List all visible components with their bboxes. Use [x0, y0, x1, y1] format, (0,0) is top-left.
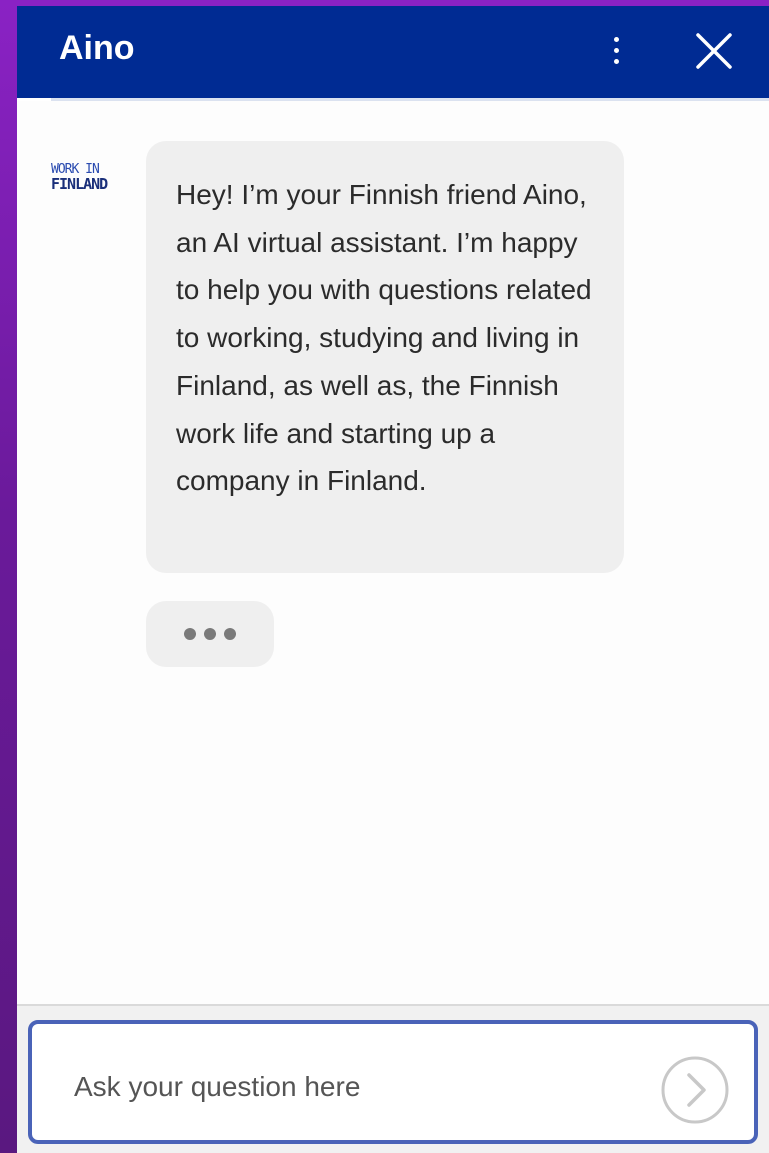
more-options-button[interactable]	[601, 28, 631, 72]
typing-indicator	[146, 601, 274, 667]
composer-area	[17, 1004, 769, 1153]
message-list: WORK IN FINLAND Hey! I’m your Finnish fr…	[17, 101, 769, 1004]
typing-dot	[224, 628, 236, 640]
typing-dot	[204, 628, 216, 640]
bot-message-bubble: Hey! I’m your Finnish friend Aino, an AI…	[146, 141, 624, 573]
chat-header: Aino	[17, 6, 769, 98]
close-icon	[696, 33, 732, 69]
close-button[interactable]	[693, 30, 735, 72]
send-arrow-icon	[661, 1056, 729, 1124]
chat-window: Aino WORK IN FINLAND Hey! I’m your Finni…	[17, 6, 769, 1153]
typing-dots-icon	[184, 628, 196, 640]
bot-avatar-logo: WORK IN FINLAND	[51, 163, 131, 203]
more-vertical-icon-dot	[613, 47, 619, 53]
message-input-box	[28, 1020, 758, 1144]
bot-message-text: Hey! I’m your Finnish friend Aino, an AI…	[176, 179, 592, 497]
chat-title: Aino	[59, 29, 135, 67]
message-input[interactable]	[74, 1064, 634, 1110]
send-button[interactable]	[660, 1055, 730, 1125]
more-vertical-icon-dot	[613, 58, 619, 64]
avatar-line-2: FINLAND	[51, 175, 108, 193]
more-vertical-icon	[613, 36, 619, 42]
